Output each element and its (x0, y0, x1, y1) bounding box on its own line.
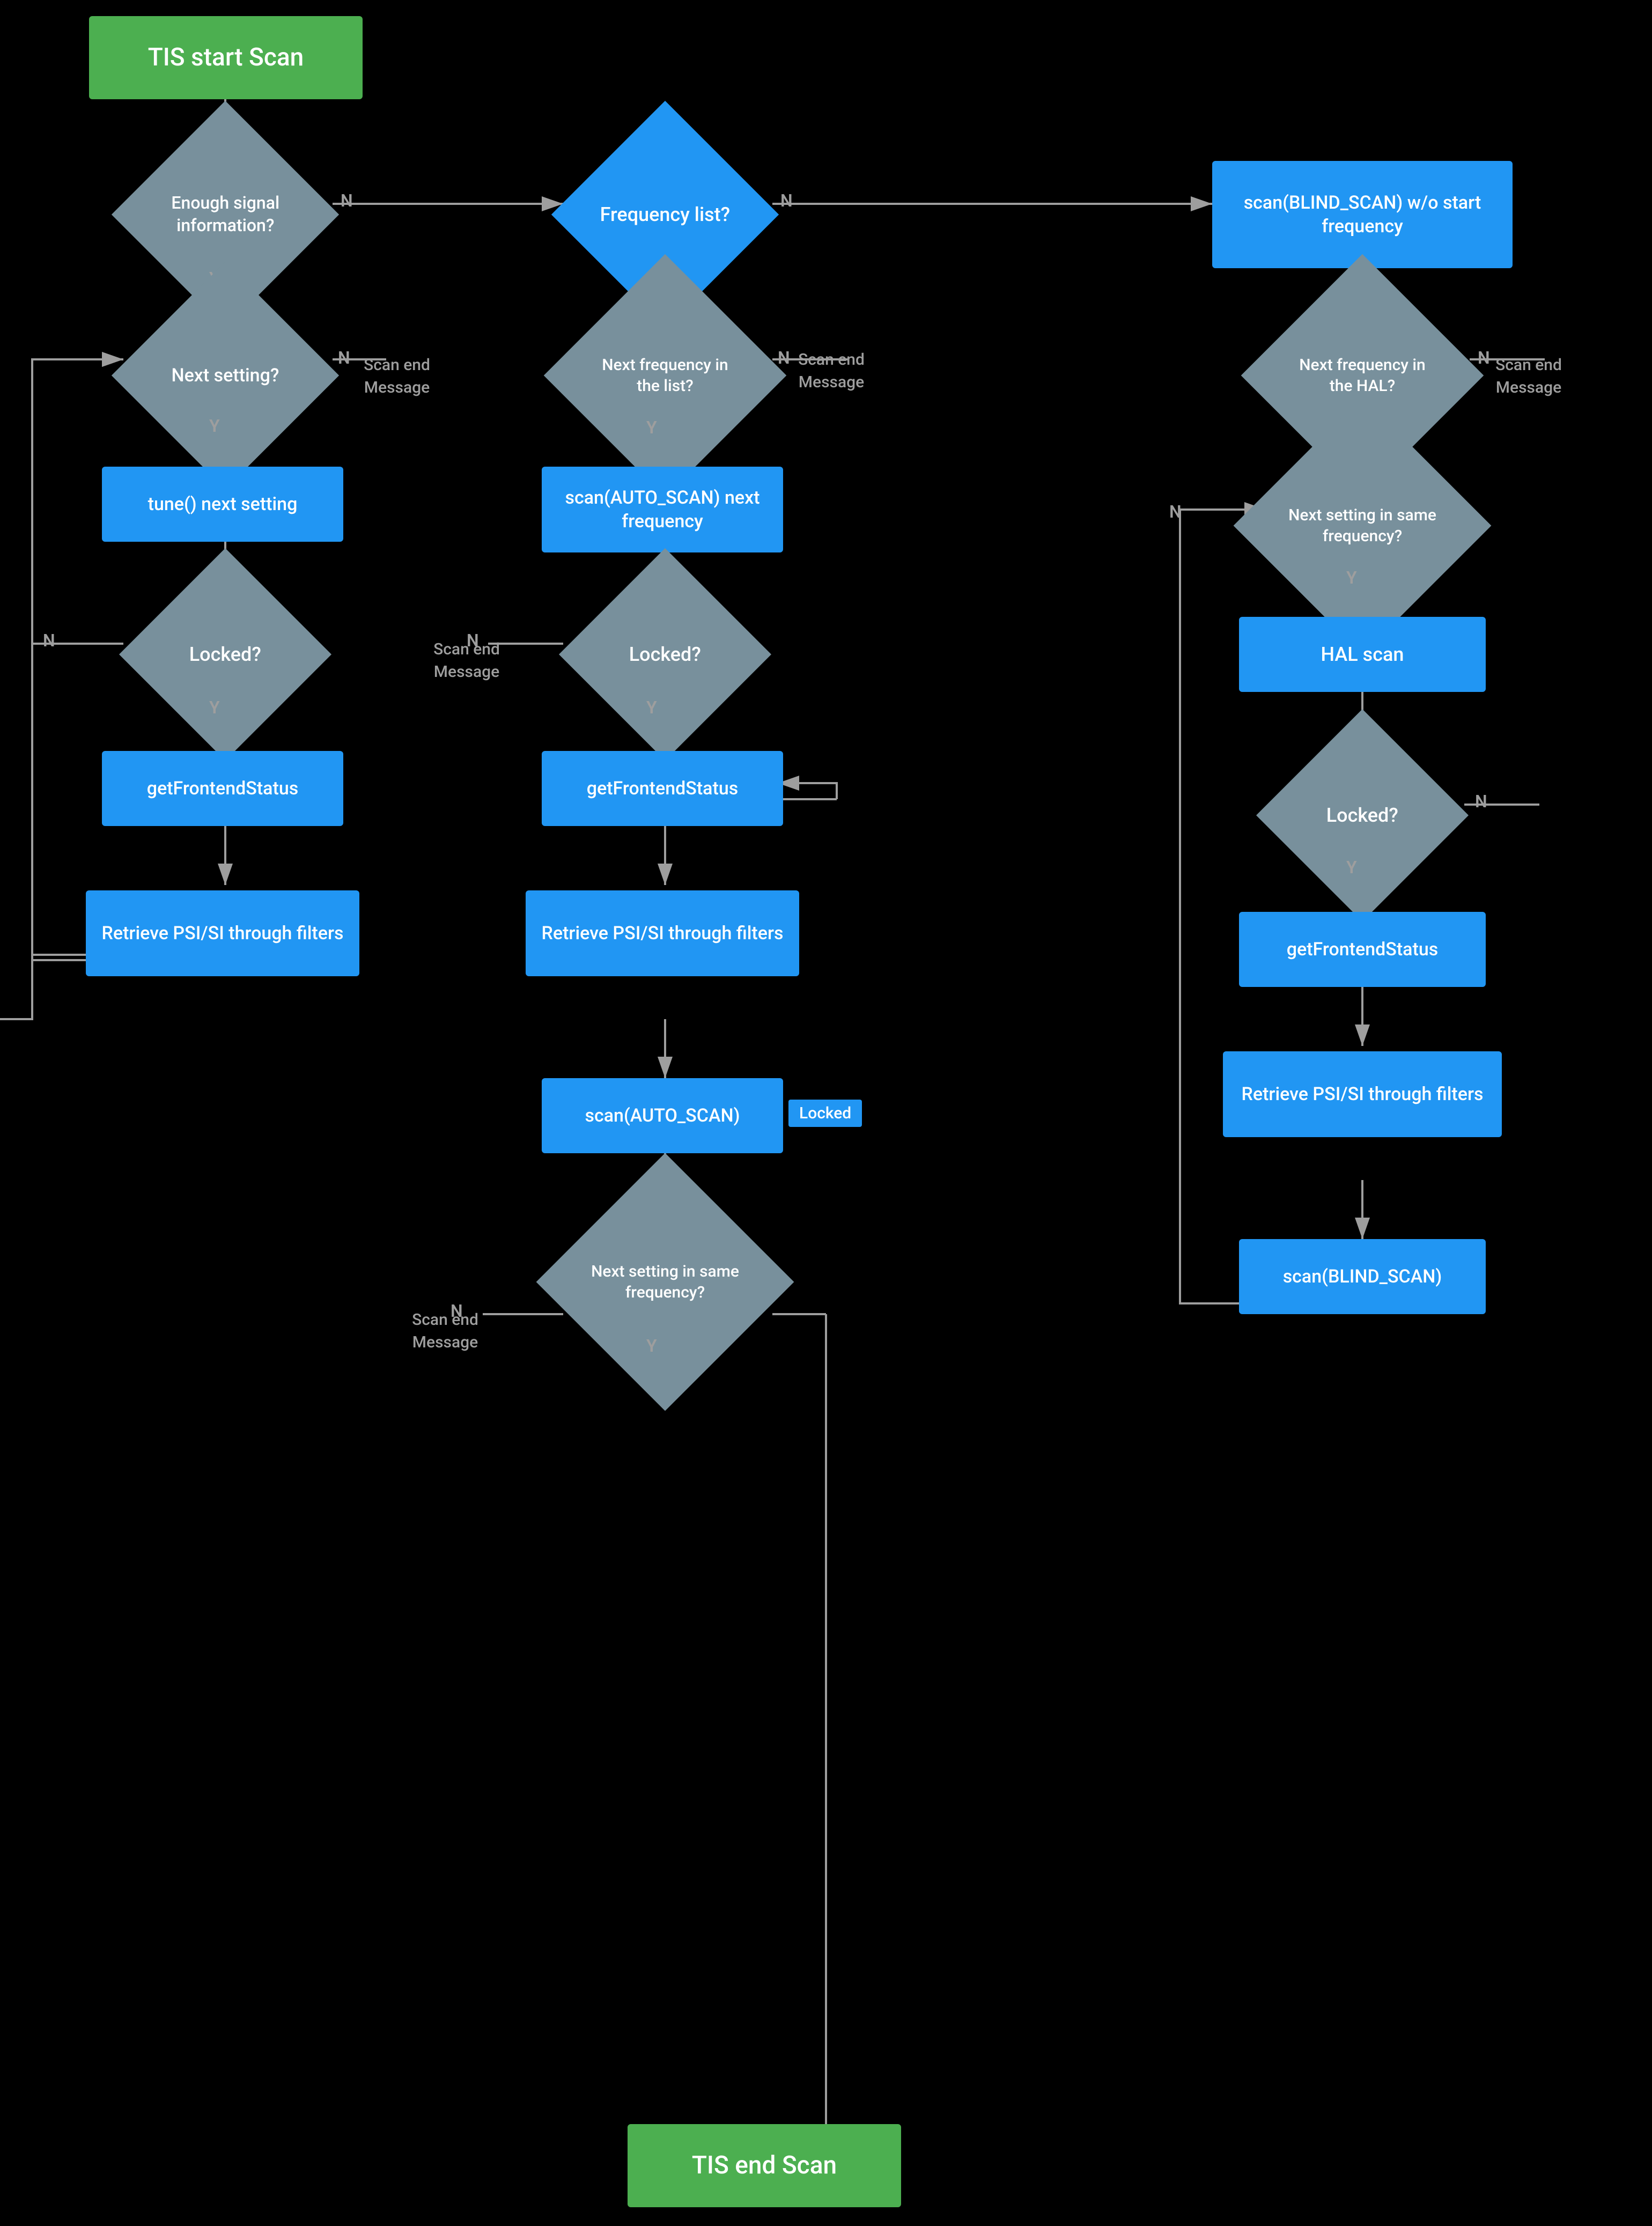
enough-signal-diamond: Enough signal information? (107, 156, 343, 274)
tune-next-box: tune() next setting (102, 467, 343, 542)
blind-scan-no-start-box: scan(BLIND_SCAN) w/o start frequency (1212, 161, 1513, 268)
next-setting-same-freq-diamond: Next setting in same frequency? (547, 1223, 783, 1341)
scan-end-msg-next-setting: Scan end Message (349, 354, 445, 399)
scan-end-msg-freq-list: Scan end Message (783, 349, 880, 394)
next-setting-same-freq2-diamond: Next setting in same frequency? (1244, 467, 1480, 585)
retrieve-psi1-box: Retrieve PSI/SI through filters (86, 890, 359, 976)
locked2-diamond: Locked? (547, 595, 783, 713)
locked2-y-label: Y (646, 697, 657, 718)
retrieve-psi3-box: Retrieve PSI/SI through filters (1223, 1051, 1502, 1137)
get-frontend2-box: getFrontendStatus (542, 751, 783, 826)
locked3-y-label: Y (1346, 857, 1357, 878)
next-freq-list-y-label: Y (646, 417, 657, 438)
get-frontend1-box: getFrontendStatus (102, 751, 343, 826)
next-setting-diamond: Next setting? (107, 316, 343, 434)
locked-badge: Locked (788, 1100, 862, 1127)
locked3-n-label: N (1475, 791, 1487, 812)
locked1-diamond: Locked? (107, 595, 343, 713)
scan-end-msg-locked2: Scan end Message (418, 638, 515, 683)
end-node: TIS end Scan (628, 2124, 901, 2207)
start-node: TIS start Scan (89, 16, 363, 99)
next-setting-same-freq2-y-label: Y (1346, 567, 1357, 588)
enough-signal-n-label: N (341, 190, 353, 211)
scan-end-msg-same-freq: Scan end Message (397, 1309, 493, 1354)
retrieve-psi2-box: Retrieve PSI/SI through filters (526, 890, 799, 976)
freq-list-n-label: N (780, 190, 793, 211)
next-setting-same-y-label: Y (646, 1336, 657, 1356)
locked1-y-label: Y (209, 697, 220, 718)
next-freq-list-diamond: Next frequency in the list? (547, 316, 783, 434)
locked1-n-label: N (43, 630, 55, 651)
scan-auto2-box: scan(AUTO_SCAN) (542, 1078, 783, 1153)
hal-scan-box: HAL scan (1239, 617, 1486, 692)
locked3-diamond: Locked? (1244, 756, 1480, 874)
flowchart: TIS start Scan Enough signal information… (0, 0, 1652, 2226)
scan-auto-box: scan(AUTO_SCAN) next frequency (542, 467, 783, 552)
scan-blind2-box: scan(BLIND_SCAN) (1239, 1239, 1486, 1314)
next-setting-y-label: Y (209, 416, 220, 436)
next-setting-same-freq2-n-label: N (1169, 502, 1182, 522)
scan-end-msg-hal: Scan end Message (1480, 354, 1577, 399)
get-frontend3-box: getFrontendStatus (1239, 912, 1486, 987)
